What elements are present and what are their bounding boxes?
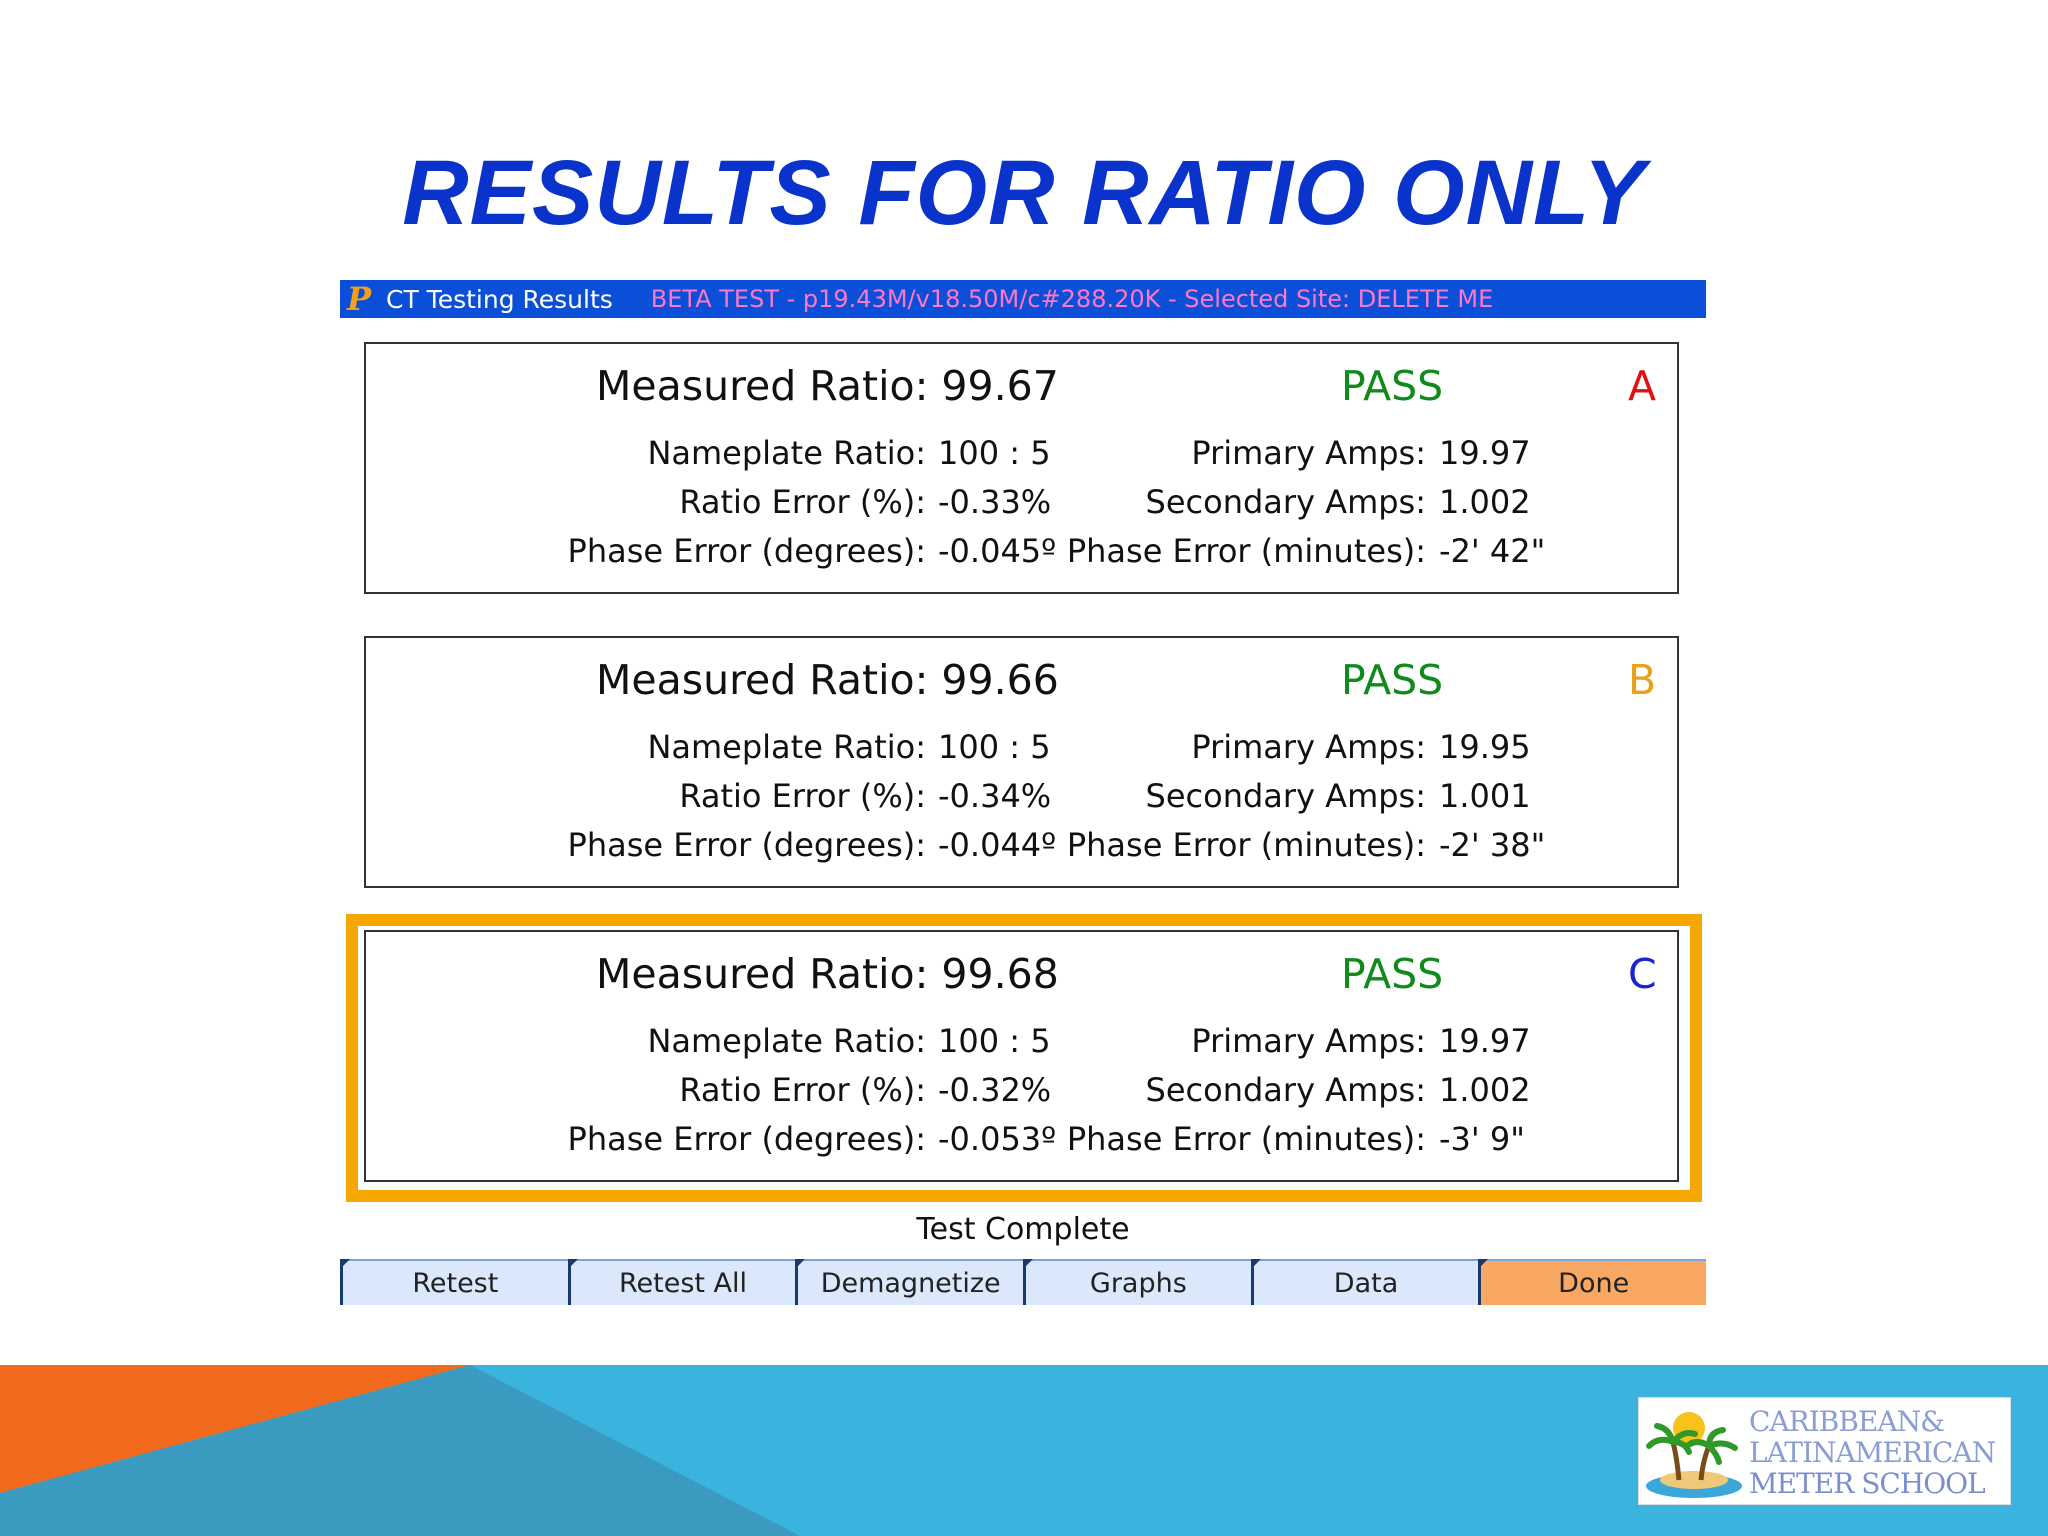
secondary-amps-value: 1.002 [1439, 483, 1531, 521]
title-bar: P CT Testing Results BETA TEST - p19.43M… [340, 280, 1706, 318]
nameplate-ratio-label: Nameplate Ratio: [647, 434, 926, 472]
ct-testing-results-window: P CT Testing Results BETA TEST - p19.43M… [340, 280, 1707, 1305]
ratio-error-label: Ratio Error (%): [679, 777, 926, 815]
window-title: CT Testing Results [386, 284, 613, 314]
phase-error-minutes-value: -2' 42" [1439, 532, 1546, 570]
app-logo-icon: P [346, 280, 372, 318]
primary-amps-value: 19.97 [1439, 1022, 1531, 1060]
beta-info: BETA TEST - p19.43M/v18.50M/c#288.20K - … [650, 285, 1494, 313]
logo-text: CARIBBEAN& LATINAMERICAN METER SCHOOL [1749, 1405, 1996, 1500]
done-button[interactable]: Done [1478, 1259, 1707, 1305]
phase-error-degrees-label: Phase Error (degrees): [567, 532, 926, 570]
result-panel-a[interactable]: Measured Ratio: 99.67 PASS A Nameplate R… [364, 342, 1679, 594]
secondary-amps-value: 1.002 [1439, 1071, 1531, 1109]
measured-ratio: Measured Ratio: 99.68 [596, 950, 1059, 998]
secondary-amps-label: Secondary Amps: [1145, 483, 1426, 521]
secondary-amps-label: Secondary Amps: [1145, 777, 1426, 815]
retest-button[interactable]: Retest [340, 1259, 568, 1305]
phase-error-minutes-label: Phase Error (minutes): [1066, 826, 1426, 864]
logo-line-2: LATINAMERICAN [1749, 1436, 1996, 1469]
phase-error-minutes-label: Phase Error (minutes): [1066, 1120, 1426, 1158]
primary-amps-label: Primary Amps: [1191, 434, 1426, 472]
meter-school-logo: CARIBBEAN& LATINAMERICAN METER SCHOOL [1638, 1397, 2011, 1505]
nameplate-ratio-label: Nameplate Ratio: [647, 728, 926, 766]
result-panel-b[interactable]: Measured Ratio: 99.66 PASS B Nameplate R… [364, 636, 1679, 888]
test-status-text: Test Complete [916, 1212, 1130, 1247]
action-button-bar: Retest Retest All Demagnetize Graphs Dat… [340, 1259, 1707, 1305]
nameplate-ratio-label: Nameplate Ratio: [647, 1022, 926, 1060]
phase-error-minutes-value: -2' 38" [1439, 826, 1546, 864]
logo-line-1: CARIBBEAN& [1749, 1405, 1945, 1438]
graphs-button[interactable]: Graphs [1023, 1259, 1251, 1305]
data-button[interactable]: Data [1250, 1259, 1479, 1305]
measured-ratio: Measured Ratio: 99.66 [596, 656, 1059, 704]
phase-error-degrees-label: Phase Error (degrees): [567, 826, 926, 864]
phase-error-minutes-label: Phase Error (minutes): [1066, 532, 1426, 570]
status-badge: PASS [1341, 362, 1444, 410]
primary-amps-label: Primary Amps: [1191, 1022, 1426, 1060]
ratio-error-label: Ratio Error (%): [679, 1071, 926, 1109]
phase-error-degrees-label: Phase Error (degrees): [567, 1120, 926, 1158]
secondary-amps-label: Secondary Amps: [1145, 1071, 1426, 1109]
status-badge: PASS [1341, 950, 1444, 998]
measured-ratio: Measured Ratio: 99.67 [596, 362, 1059, 410]
phase-label: B [1628, 656, 1657, 704]
primary-amps-label: Primary Amps: [1191, 728, 1426, 766]
phase-error-minutes-value: -3' 9" [1439, 1120, 1525, 1158]
phase-label: A [1628, 362, 1657, 410]
retest-all-button[interactable]: Retest All [567, 1259, 796, 1305]
phase-label: C [1628, 950, 1657, 998]
demagnetize-button[interactable]: Demagnetize [795, 1259, 1024, 1305]
secondary-amps-value: 1.001 [1439, 777, 1531, 815]
logo-line-3: METER SCHOOL [1749, 1467, 1986, 1500]
ratio-error-label: Ratio Error (%): [679, 483, 926, 521]
primary-amps-value: 19.97 [1439, 434, 1531, 472]
slide-title: RESULTS FOR RATIO ONLY [402, 142, 1646, 244]
primary-amps-value: 19.95 [1439, 728, 1531, 766]
palm-island-icon [1646, 1412, 1742, 1498]
result-panel-c[interactable]: Measured Ratio: 99.68 PASS C Nameplate R… [364, 930, 1679, 1182]
status-badge: PASS [1341, 656, 1444, 704]
